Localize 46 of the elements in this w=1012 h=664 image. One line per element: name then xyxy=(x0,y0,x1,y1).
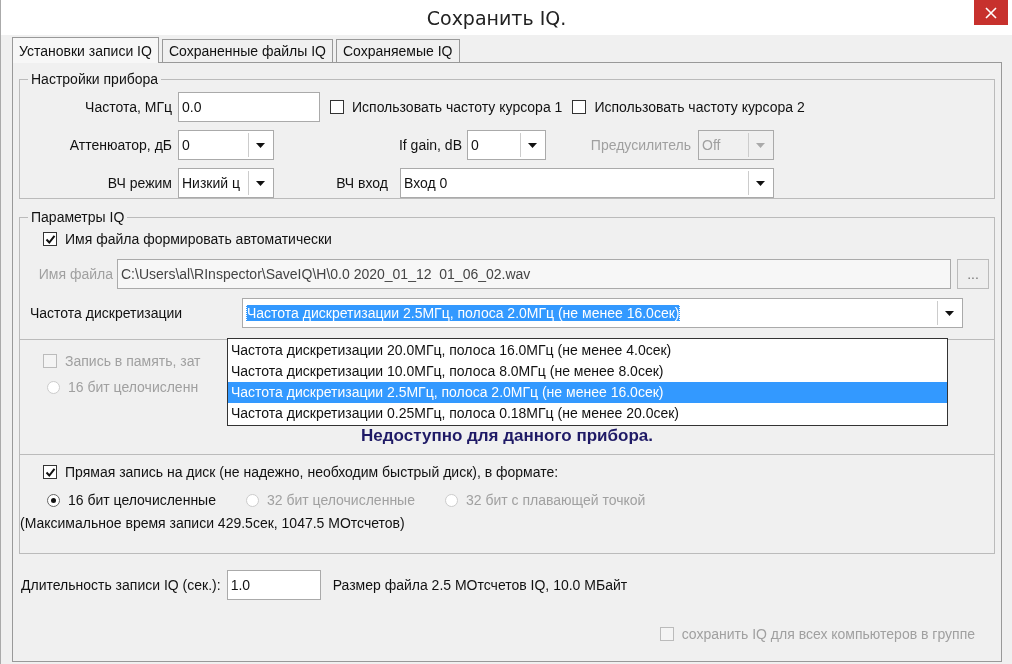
group-title: Параметры IQ xyxy=(30,209,126,225)
info-text: Размер файла 2.5 МОтсчетов IQ, 10.0 МБайт xyxy=(332,577,628,593)
tab[interactable]: Сохраненные файлы IQ xyxy=(161,39,333,62)
notice-text: Недоступно для данного прибора. xyxy=(360,426,654,446)
tab[interactable]: Установки записи IQ xyxy=(12,37,159,63)
field-label: Частота, МГц xyxy=(84,99,172,115)
tab[interactable]: Сохраняемые IQ xyxy=(335,39,460,62)
field-label: Имя файла xyxy=(37,266,113,282)
caret-icon xyxy=(527,142,537,148)
window-title: Сохранить IQ. xyxy=(426,6,567,29)
field-label: Частота дискретизации xyxy=(30,305,184,321)
field-label: ВЧ вход xyxy=(335,175,388,191)
disk-checkbox[interactable]: Прямая запись на диск (не надежно, необходим быстрый диск), в формате: xyxy=(43,464,559,480)
dropdown[interactable]: Низкий ц xyxy=(178,168,274,198)
radio-option[interactable]: 16 бит целочисленные xyxy=(47,492,216,508)
cursor-checkbox[interactable]: Использовать частоту курсора 2 xyxy=(572,99,805,115)
checkbox[interactable] xyxy=(330,100,344,114)
duration-field[interactable]: 1.0 xyxy=(226,570,321,600)
caret-icon xyxy=(755,180,765,186)
field-label: ВЧ режим xyxy=(106,175,172,191)
caret-icon xyxy=(255,180,265,186)
info-text: (Максимальное время записи 429.5сек, 1047.5 МОтсчетов) xyxy=(20,515,406,531)
cursor-checkbox[interactable]: Использовать частоту курсора 1 xyxy=(330,99,563,115)
field-label: If gain, dB xyxy=(397,137,462,153)
dropdown-option[interactable]: Частота дискретизации 10.0МГц, полоса 8.0МГц (не менее 8.0сек) xyxy=(228,361,947,382)
field-label: Предусилитель xyxy=(589,137,691,153)
field-label: Длительность записи IQ (сек.): xyxy=(21,577,221,593)
browse-button[interactable]: ... xyxy=(957,259,989,289)
close-icon xyxy=(985,6,997,19)
dropdown[interactable]: 0 xyxy=(178,130,274,160)
dropdown[interactable]: Вход 0 xyxy=(400,168,774,198)
auto-filename-checkbox[interactable]: Имя файла формировать автоматически xyxy=(43,231,332,247)
dropdown-option[interactable]: Частота дискретизации 20.0МГц, полоса 16.0МГц (не менее 4.0сек) xyxy=(228,340,947,361)
checkbox[interactable] xyxy=(572,100,587,114)
caret-icon xyxy=(755,142,765,148)
dropdown-option[interactable]: Частота дискретизации 0.25МГц, полоса 0.18МГц (не менее 20.0сек) xyxy=(228,403,947,424)
checkbox[interactable] xyxy=(43,232,57,246)
caret-icon xyxy=(255,142,265,148)
caret-icon xyxy=(944,310,954,316)
checkbox[interactable] xyxy=(43,465,57,479)
radio-button[interactable] xyxy=(47,493,60,507)
close-button[interactable] xyxy=(974,0,1008,25)
field-label: Аттенюатор, дБ xyxy=(68,137,172,153)
group-title: Настройки прибора xyxy=(30,71,160,87)
frequency-field[interactable]: 0.0 xyxy=(178,92,320,122)
dropdown[interactable]: 0 xyxy=(467,130,546,160)
